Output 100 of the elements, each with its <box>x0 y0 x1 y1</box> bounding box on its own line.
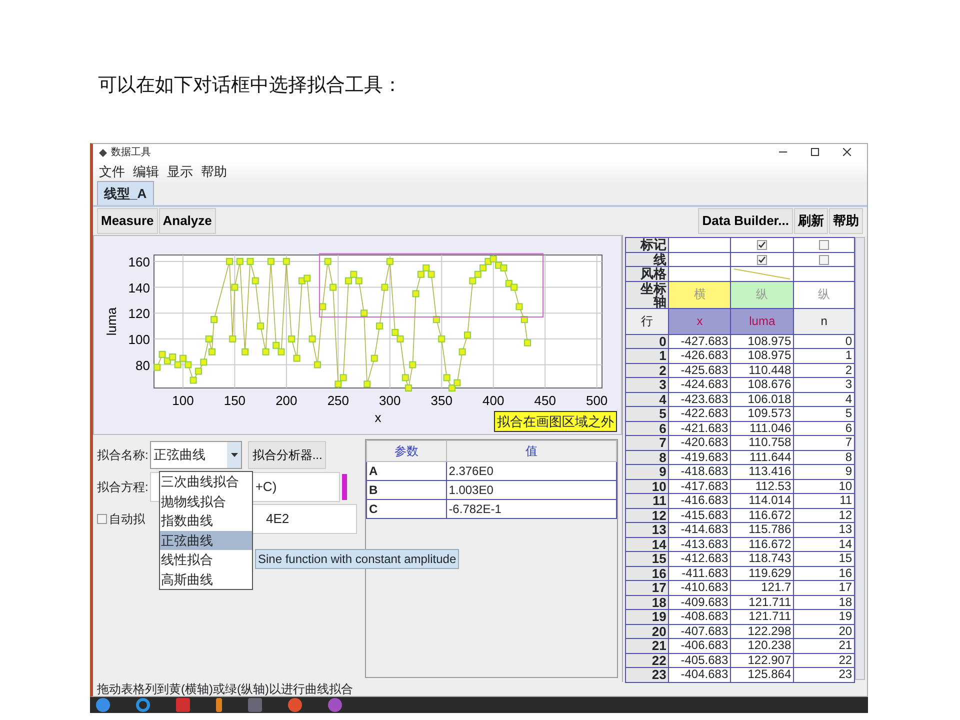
x-tick-label: 300 <box>379 393 401 408</box>
row-number: 11 <box>626 494 669 508</box>
table-cell: -415.683 <box>668 508 731 522</box>
table-cell: -409.683 <box>668 595 731 610</box>
table-cell: 109.573 <box>730 406 794 421</box>
x-tick-label: 450 <box>534 393 556 408</box>
table-cell: -417.683 <box>668 479 731 494</box>
table-cell: 108.975 <box>730 334 794 348</box>
table-cell: 9 <box>794 464 855 479</box>
table-cell: -413.683 <box>668 537 731 552</box>
table-cell: A <box>366 462 446 480</box>
table-cell: 12 <box>794 508 855 522</box>
intro-text: 可以在如下对话框中选择拟合工具： <box>97 74 403 98</box>
equation-label: 拟合方程: <box>97 479 148 496</box>
row-label: 标记 <box>626 238 669 252</box>
row-number: 20 <box>626 624 669 638</box>
row-number: 7 <box>626 436 669 450</box>
table-cell: 121.7 <box>730 580 794 595</box>
table-cell: 116.672 <box>730 537 794 552</box>
table-cell: 6 <box>794 421 855 436</box>
table-cell: 10 <box>794 479 855 494</box>
row-number: 8 <box>626 450 669 464</box>
row-number: 18 <box>626 595 669 610</box>
table-cell: 5 <box>794 406 855 421</box>
x-tick-label: 500 <box>586 393 608 408</box>
table-cell: -419.683 <box>668 450 731 464</box>
table-cell: 121.711 <box>730 610 794 624</box>
row-label: 坐标轴 <box>626 281 669 308</box>
table-cell: 110.758 <box>730 436 794 450</box>
table-cell: 106.018 <box>730 392 794 406</box>
x-tick-label: 400 <box>482 393 504 408</box>
row-number: 21 <box>626 638 669 653</box>
warning-label: 拟合在画图区域之外 <box>494 410 617 432</box>
table-cell: B <box>366 480 446 500</box>
table-cell: -410.683 <box>668 580 731 595</box>
table-cell: -6.782E-1 <box>446 500 616 518</box>
tooltip: Sine function with constant amplitude <box>255 549 460 569</box>
table-cell: 119.629 <box>730 566 794 580</box>
row-number: 1 <box>626 348 669 363</box>
table-cell: 18 <box>794 595 855 610</box>
row-number: 6 <box>626 421 669 436</box>
table-cell: 112.53 <box>730 479 794 494</box>
table-cell: 113.416 <box>730 464 794 479</box>
table-cell: -424.683 <box>668 378 731 392</box>
row-number: 19 <box>626 610 669 624</box>
table-cell: -407.683 <box>668 624 731 638</box>
table-cell: -420.683 <box>668 436 731 450</box>
table-cell: 11 <box>794 494 855 508</box>
y-axis-label: luma <box>104 307 119 336</box>
row-label: 风格 <box>626 266 669 281</box>
table-cell: 21 <box>794 638 855 653</box>
table-cell: -411.683 <box>668 566 731 580</box>
table-cell: -404.683 <box>668 668 731 682</box>
row-number: 5 <box>626 406 669 421</box>
row-number: 15 <box>626 552 669 566</box>
row-number: 10 <box>626 479 669 494</box>
row-number: 3 <box>626 378 669 392</box>
row-number: 9 <box>626 464 669 479</box>
x-tick-label: 250 <box>327 393 350 408</box>
table-cell: 13 <box>794 522 855 537</box>
table-cell: -414.683 <box>668 522 731 537</box>
table-cell: 4 <box>794 392 855 406</box>
table-cell: -422.683 <box>668 406 731 421</box>
x-tick-label: 150 <box>224 393 246 408</box>
row-number: 23 <box>626 668 669 682</box>
table-cell: 22 <box>794 653 855 668</box>
table-cell: 111.046 <box>730 421 794 436</box>
row-number: 17 <box>626 580 669 595</box>
table-cell: 8 <box>794 450 855 464</box>
column-header: 参数 <box>366 440 446 462</box>
table-cell: 14 <box>794 537 855 552</box>
table-cell: 110.448 <box>730 363 794 378</box>
table-cell: 2.376E0 <box>446 462 616 480</box>
table-cell: 23 <box>794 668 855 682</box>
x-tick-label: 350 <box>430 393 452 408</box>
table-cell: 116.672 <box>730 508 794 522</box>
table-cell: -421.683 <box>668 421 731 436</box>
table-cell: -423.683 <box>668 392 731 406</box>
row-number: 13 <box>626 522 669 537</box>
table-cell: 125.864 <box>730 668 794 682</box>
x-axis-label: x <box>374 410 382 425</box>
row-number: 22 <box>626 653 669 668</box>
column-header: 值 <box>446 440 616 462</box>
table-cell: 17 <box>794 580 855 595</box>
table-cell: -408.683 <box>668 610 731 624</box>
table-cell: -418.683 <box>668 464 731 479</box>
table-cell: 3 <box>794 378 855 392</box>
y-tick-label: 120 <box>128 306 150 322</box>
table-cell: 0 <box>794 334 855 348</box>
table-cell: -406.683 <box>668 638 731 653</box>
table-cell: -425.683 <box>668 363 731 378</box>
table-cell: -405.683 <box>668 653 731 668</box>
window-title: 数据工具 <box>111 146 151 160</box>
table-cell: 115.786 <box>730 522 794 537</box>
table-cell: 108.676 <box>730 378 794 392</box>
table-cell: -427.683 <box>668 334 731 348</box>
autofit-label: 自动拟 <box>109 511 145 528</box>
row-number: 12 <box>626 508 669 522</box>
table-cell: 108.975 <box>730 348 794 363</box>
table-cell: 121.711 <box>730 595 794 610</box>
